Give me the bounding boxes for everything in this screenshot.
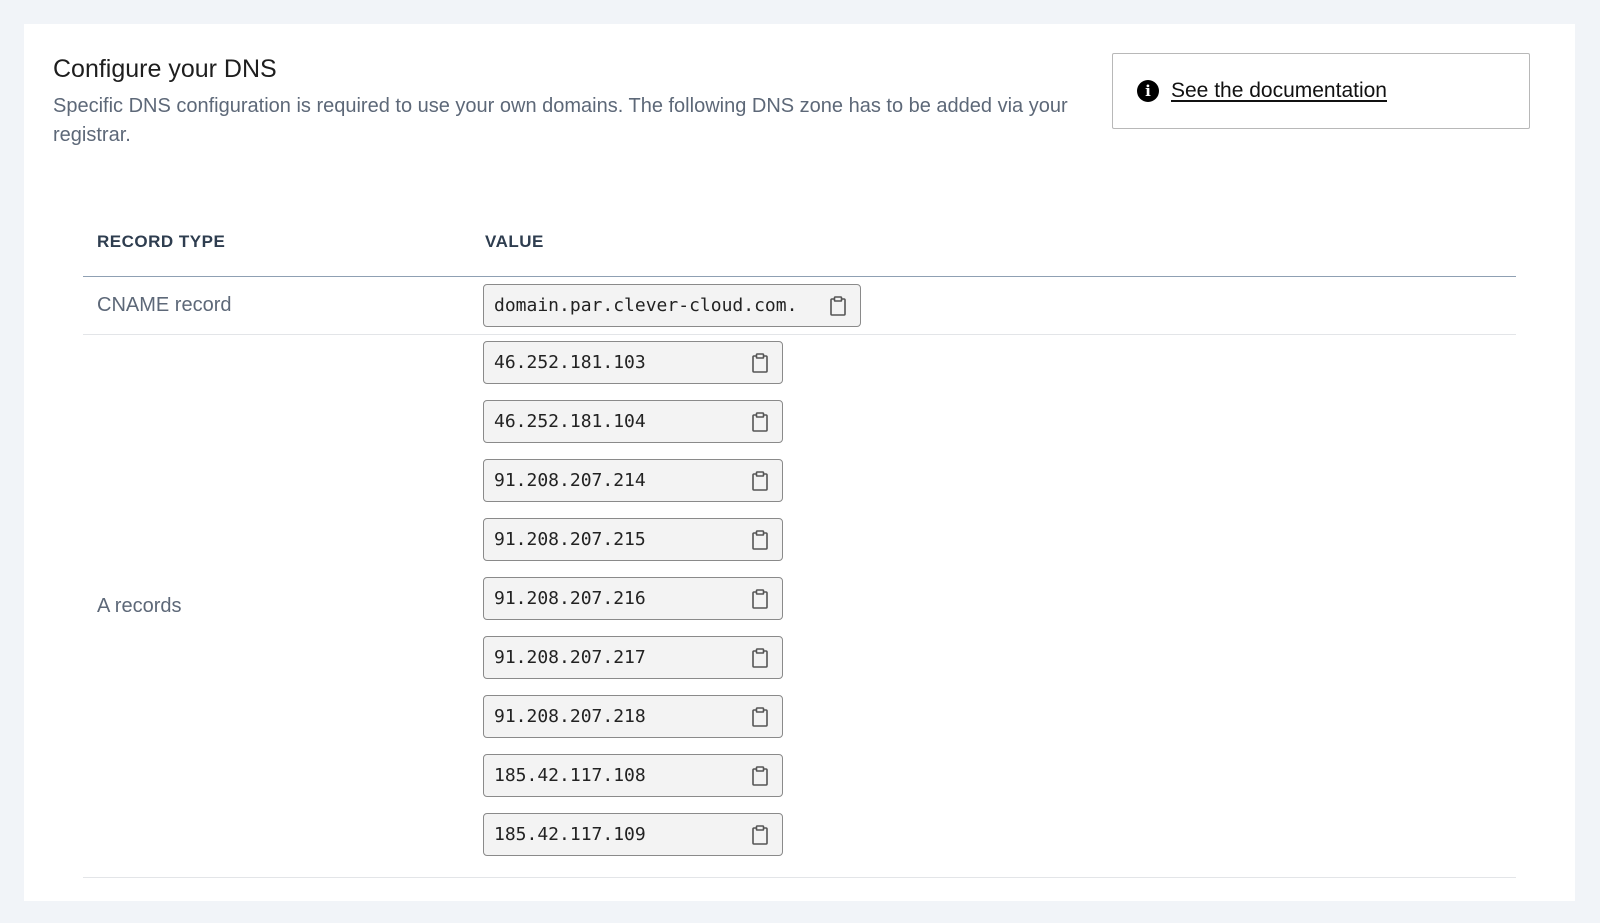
clipboard-icon bbox=[752, 765, 768, 786]
copy-field: 185.42.117.109 bbox=[483, 813, 783, 856]
record-value: 185.42.117.109 bbox=[494, 824, 646, 845]
copy-field: 91.208.207.217 bbox=[483, 636, 783, 679]
info-icon: i bbox=[1137, 80, 1159, 102]
copy-button[interactable] bbox=[748, 705, 772, 729]
copy-field: 91.208.207.218 bbox=[483, 695, 783, 738]
record-values: 46.252.181.103 46.252.181.104 91.208.207… bbox=[483, 335, 783, 877]
record-value: 91.208.207.216 bbox=[494, 588, 646, 609]
copy-button[interactable] bbox=[826, 294, 850, 318]
table-row-cname: CNAME record domain.par.clever-cloud.com… bbox=[83, 277, 1516, 335]
column-header-record-type: RECORD TYPE bbox=[97, 231, 226, 251]
copy-button[interactable] bbox=[748, 646, 772, 670]
copy-button[interactable] bbox=[748, 351, 772, 375]
record-value: 91.208.207.215 bbox=[494, 529, 646, 550]
record-type-label: A records bbox=[97, 594, 182, 617]
copy-button[interactable] bbox=[748, 469, 772, 493]
copy-button[interactable] bbox=[748, 587, 772, 611]
table-row-a-records: A records 46.252.181.103 46.252.181.104 … bbox=[83, 335, 1516, 878]
clipboard-icon bbox=[752, 647, 768, 668]
copy-button[interactable] bbox=[748, 764, 772, 788]
dns-config-card: Configure your DNS Specific DNS configur… bbox=[24, 24, 1575, 901]
record-value: 185.42.117.108 bbox=[494, 765, 646, 786]
copy-button[interactable] bbox=[748, 410, 772, 434]
table-header: RECORD TYPE VALUE bbox=[83, 207, 1516, 277]
clipboard-icon bbox=[752, 824, 768, 845]
clipboard-icon bbox=[752, 470, 768, 491]
record-values: domain.par.clever-cloud.com. bbox=[483, 277, 861, 334]
clipboard-icon bbox=[752, 588, 768, 609]
record-value: 91.208.207.217 bbox=[494, 647, 646, 668]
record-value: 91.208.207.218 bbox=[494, 706, 646, 727]
copy-field: 91.208.207.214 bbox=[483, 459, 783, 502]
clipboard-icon bbox=[752, 706, 768, 727]
copy-button[interactable] bbox=[748, 823, 772, 847]
record-value: 46.252.181.103 bbox=[494, 352, 646, 373]
record-value: domain.par.clever-cloud.com. bbox=[494, 295, 798, 316]
record-value: 46.252.181.104 bbox=[494, 411, 646, 432]
documentation-link[interactable]: See the documentation bbox=[1171, 79, 1387, 103]
documentation-box: i See the documentation bbox=[1112, 53, 1530, 129]
page-description: Specific DNS configuration is required t… bbox=[53, 95, 1068, 146]
clipboard-icon bbox=[752, 411, 768, 432]
card-header: Configure your DNS Specific DNS configur… bbox=[53, 52, 1123, 150]
copy-field: 46.252.181.103 bbox=[483, 341, 783, 384]
record-value: 91.208.207.214 bbox=[494, 470, 646, 491]
copy-field: 185.42.117.108 bbox=[483, 754, 783, 797]
dns-records-table: RECORD TYPE VALUE CNAME record domain.pa… bbox=[83, 207, 1516, 878]
record-type-label: CNAME record bbox=[97, 294, 232, 316]
copy-field: domain.par.clever-cloud.com. bbox=[483, 284, 861, 327]
page-title: Configure your DNS bbox=[53, 55, 277, 83]
copy-field: 46.252.181.104 bbox=[483, 400, 783, 443]
copy-button[interactable] bbox=[748, 528, 772, 552]
copy-field: 91.208.207.216 bbox=[483, 577, 783, 620]
clipboard-icon bbox=[830, 295, 846, 316]
clipboard-icon bbox=[752, 529, 768, 550]
clipboard-icon bbox=[752, 352, 768, 373]
copy-field: 91.208.207.215 bbox=[483, 518, 783, 561]
column-header-value: VALUE bbox=[485, 231, 544, 251]
